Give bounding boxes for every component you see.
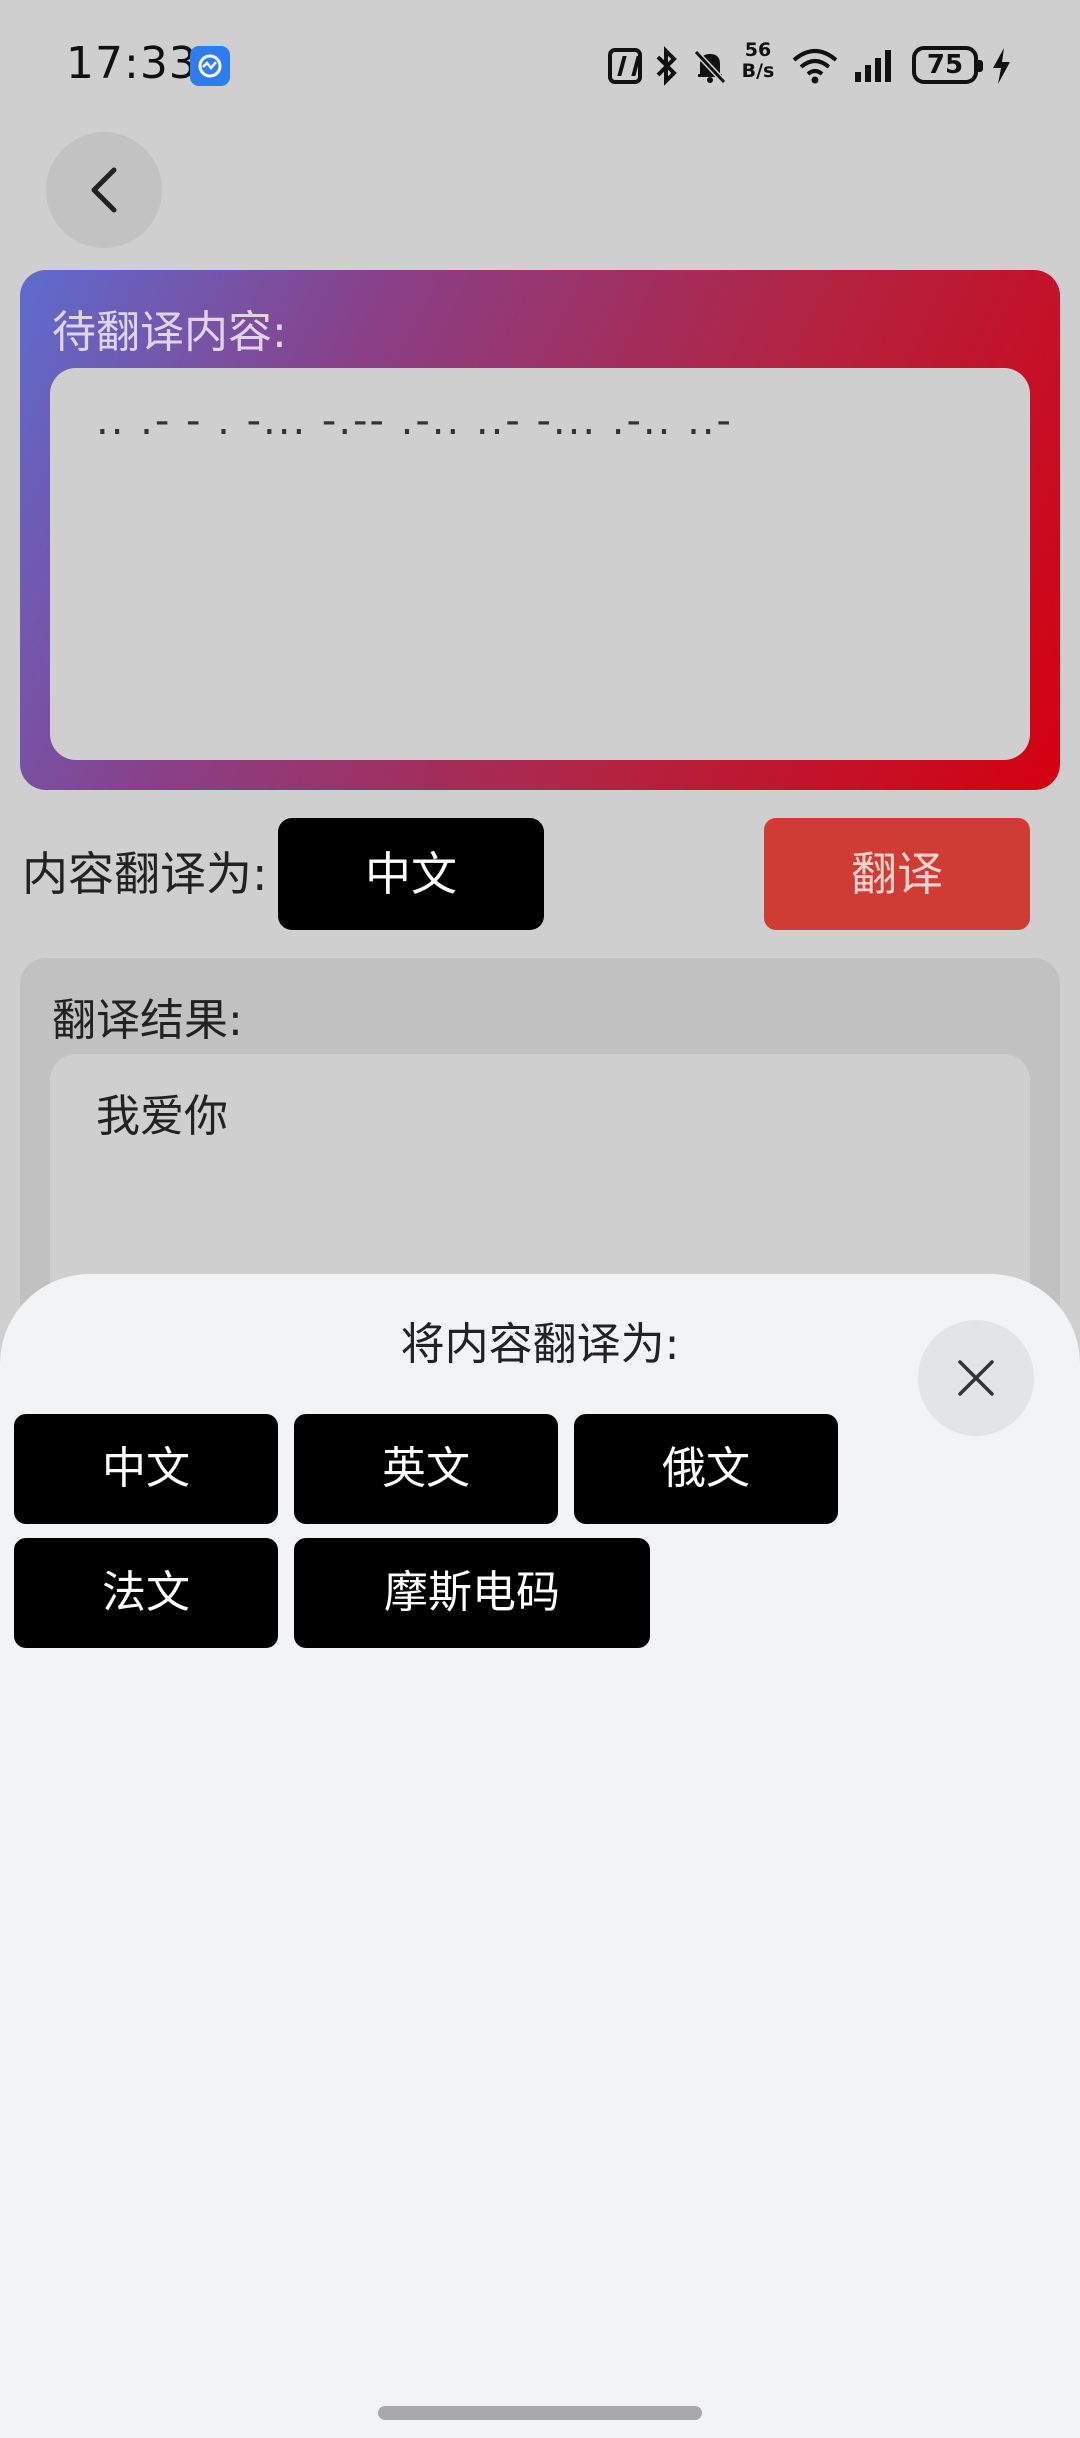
option-russian[interactable]: 俄文 xyxy=(574,1414,838,1524)
option-morse-code[interactable]: 摩斯电码 xyxy=(294,1538,650,1648)
back-chevron-icon xyxy=(91,167,117,213)
option-english[interactable]: 英文 xyxy=(294,1414,558,1524)
language-picker-sheet: 将内容翻译为: 中文 英文 俄文 法文 摩斯电码 xyxy=(0,1274,1080,2438)
status-time: 17:33 xyxy=(66,38,198,89)
home-indicator[interactable] xyxy=(378,2406,702,2420)
option-french[interactable]: 法文 xyxy=(14,1538,278,1648)
charging-icon xyxy=(990,46,1012,96)
status-bar: 17:33 56 B/s 75 xyxy=(0,0,1080,130)
battery-icon: 75 xyxy=(912,46,983,84)
net-speed-value: 56 xyxy=(744,39,772,61)
monitor-app-icon xyxy=(190,46,230,86)
bluetooth-icon xyxy=(652,46,682,96)
close-button[interactable] xyxy=(918,1320,1034,1436)
wifi-icon xyxy=(790,46,840,96)
net-speed-unit: B/s xyxy=(741,60,775,82)
source-text-input[interactable]: .. .- - . -... -.-- .-.. ..- -... .-.. .… xyxy=(50,368,1030,760)
close-icon xyxy=(958,1360,994,1396)
target-language-select[interactable]: 中文 xyxy=(278,818,544,930)
input-label: 待翻译内容: xyxy=(52,307,287,358)
net-speed: 56 B/s xyxy=(738,40,778,90)
target-language-label: 内容翻译为: xyxy=(22,847,268,901)
sheet-title: 将内容翻译为: xyxy=(400,1319,680,1370)
back-button[interactable] xyxy=(46,132,162,248)
signal-icon xyxy=(853,48,899,98)
nfc-icon xyxy=(608,48,642,84)
bell-muted-icon xyxy=(690,46,730,96)
input-card: 待翻译内容: .. .- - . -... -.-- .-.. ..- -...… xyxy=(20,270,1060,790)
result-label: 翻译结果: xyxy=(52,995,243,1046)
translate-button[interactable]: 翻译 xyxy=(764,818,1030,930)
option-chinese[interactable]: 中文 xyxy=(14,1414,278,1524)
